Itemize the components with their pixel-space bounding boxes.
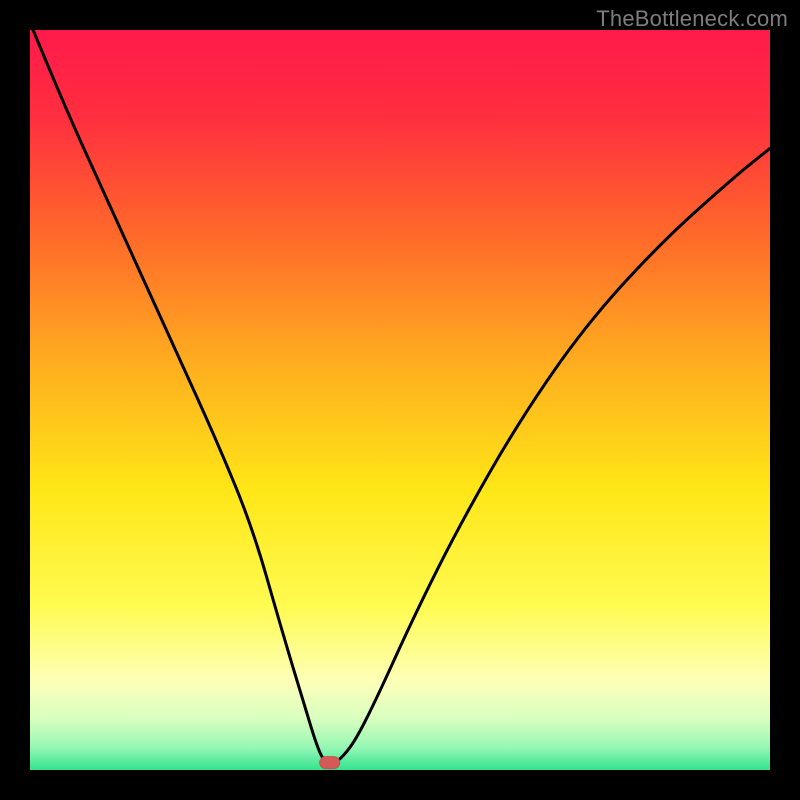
attribution-text: TheBottleneck.com <box>596 6 788 32</box>
chart-frame: TheBottleneck.com <box>0 0 800 800</box>
chart-plot-area <box>30 30 770 770</box>
chart-background-gradient <box>30 30 770 770</box>
chart-svg <box>30 30 770 770</box>
optimum-marker <box>320 757 340 769</box>
